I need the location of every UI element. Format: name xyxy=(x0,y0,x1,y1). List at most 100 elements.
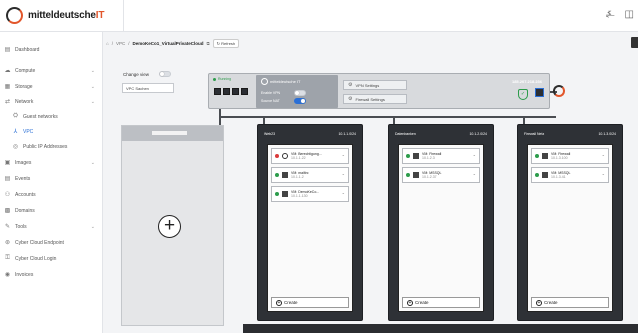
rack-name: Web23 xyxy=(264,132,276,136)
rack-header: Firewall Netz 10.1.3.0/24 xyxy=(524,128,616,140)
rack-subnet: 10.1.2.0/24 xyxy=(469,132,487,136)
sidebar-item-storage[interactable]: ▦ Storage ⌄ xyxy=(0,79,102,95)
tools-icon: ✎ xyxy=(4,224,11,231)
sidebar-item-domains[interactable]: ▩ Domains xyxy=(0,203,102,219)
vm-menu-icon[interactable]: ⌄ xyxy=(602,152,605,157)
vpn-settings-button[interactable]: ⚙ VPN Settings xyxy=(343,80,407,90)
vm-ip: 10.1.2.37 xyxy=(422,175,437,179)
network-rack[interactable]: Web23 10.1.1.0/24 VM: Berechtigung... 10.1.… xyxy=(257,124,363,321)
sidebar-item-compute[interactable]: ☁ Compute ⌄ xyxy=(0,63,102,79)
side-panel-toggle[interactable] xyxy=(631,37,638,48)
vm-card[interactable]: VM: MSSQL 10.1.3.41 ⌄ xyxy=(531,167,609,183)
vm-menu-icon[interactable]: ⌄ xyxy=(473,152,476,157)
plus-circle-icon: + xyxy=(536,299,542,306)
sidebar-item-guest-networks[interactable]: ⛭ Guest networks xyxy=(0,109,102,125)
vm-menu-icon[interactable]: ⌄ xyxy=(342,190,345,195)
vm-card[interactable]: VM: DemoKeCo... 10.1.1.130 ⌄ xyxy=(271,186,349,202)
vm-card[interactable]: VM: Firewall 10.1.3.100 ⌄ xyxy=(531,148,609,164)
vm-menu-icon[interactable]: ⌄ xyxy=(342,152,345,157)
rack-interior: VM: Firewall 10.1.3.100 ⌄ VM: MSSQL 10.1.3.4… xyxy=(527,144,613,312)
router-brand-label: mitteldeutsche IT xyxy=(270,79,301,84)
plus-circle-icon: + xyxy=(276,299,282,306)
vm-ip: 10.1.2.3 xyxy=(422,156,435,160)
copy-icon[interactable]: ⧉ xyxy=(206,41,209,46)
wan-port-icon xyxy=(535,88,544,97)
firewall-settings-button[interactable]: ⚙ Firewall Settings xyxy=(343,94,407,104)
sidebar-item-events[interactable]: ▤ Events xyxy=(0,171,102,187)
sidebar-item-vpc[interactable]: ⅄ VPC xyxy=(0,124,102,140)
sidebar-item-dashboard[interactable]: ▤ Dashboard xyxy=(0,42,102,58)
sidebar-item-network[interactable]: ⇄ Network ⌄ xyxy=(0,94,102,110)
chevron-down-icon: ⌄ xyxy=(90,159,95,166)
rack-header: Web23 10.1.1.0/24 xyxy=(264,128,356,140)
vm-menu-icon[interactable]: ⌄ xyxy=(602,171,605,176)
sidebar-item-label: Dashboard xyxy=(15,46,40,53)
port-icon xyxy=(241,88,248,95)
rack-name: Datenbanken xyxy=(395,132,416,136)
rack-floor xyxy=(243,324,638,333)
network-rack[interactable]: Firewall Netz 10.1.3.0/24 VM: Firewall 10.1… xyxy=(517,124,623,321)
endpoint-icon: ⊛ xyxy=(4,240,11,247)
vpc-icon: ⅄ xyxy=(13,129,18,136)
vm-card[interactable]: VM: Firewall 10.1.2.3 ⌄ xyxy=(402,148,480,164)
create-vm-button[interactable]: + Create xyxy=(402,297,480,308)
vm-menu-icon[interactable]: ⌄ xyxy=(473,171,476,176)
sidebar-item-invoices[interactable]: ◉ Invoices xyxy=(0,267,102,283)
nat-toggle[interactable] xyxy=(293,98,306,104)
windows-icon xyxy=(282,191,288,197)
grid-icon[interactable]: ◫ xyxy=(625,9,634,20)
rack-header: Datenbanken 10.1.2.0/24 xyxy=(395,128,487,140)
sidebar-item-label: Invoices xyxy=(15,271,34,278)
add-network-rack[interactable]: + xyxy=(121,125,224,326)
vm-ip: 10.1.1.2 xyxy=(291,175,304,179)
sidebar-item-cyber-cloud-endpoint[interactable]: ⊛ Cyber Cloud Endpoint xyxy=(0,235,102,251)
bell-icon[interactable]: ⍼ xyxy=(606,9,615,20)
breadcrumb-separator: / xyxy=(128,40,130,46)
breadcrumb-vpc[interactable]: VPC xyxy=(116,41,125,46)
network-rack[interactable]: Datenbanken 10.1.2.0/24 VM: Firewall 10.1.2… xyxy=(388,124,494,321)
sidebar-item-public-ip-addresses[interactable]: ◎ Public IP Addresses xyxy=(0,139,102,155)
vm-card[interactable]: VM: mailtrc 10.1.1.2 ⌄ xyxy=(271,167,349,183)
sidebar-item-label: Guest networks xyxy=(23,113,58,120)
home-icon[interactable]: ⌂ xyxy=(106,41,109,46)
dashboard-icon: ▤ xyxy=(4,47,11,54)
brand-logo[interactable]: mitteldeutscheIT xyxy=(6,7,104,24)
chevron-down-icon: ⌄ xyxy=(90,223,95,230)
brand-logo-icon xyxy=(6,7,23,24)
vm-card[interactable]: VM: MSSQL 10.1.2.37 ⌄ xyxy=(402,167,480,183)
sidebar-item-label: Tools xyxy=(15,223,27,230)
sidebar-item-label: Cyber Cloud Login xyxy=(15,255,57,262)
storage-icon: ▦ xyxy=(4,84,11,91)
login-icon: ⚿ xyxy=(5,255,10,262)
create-vm-button[interactable]: + Create xyxy=(271,297,349,308)
create-vm-button[interactable]: + Create xyxy=(531,297,609,308)
vm-menu-icon[interactable]: ⌄ xyxy=(342,171,345,176)
plus-circle-icon[interactable]: + xyxy=(158,215,181,238)
sidebar-item-accounts[interactable]: ⚇ Accounts xyxy=(0,187,102,203)
sidebar-item-label: VPC xyxy=(23,128,34,135)
sidebar-item-tools[interactable]: ✎ Tools ⌄ xyxy=(0,219,102,235)
vm-status-indicator xyxy=(406,173,410,177)
vm-card[interactable]: VM: Berechtigung... 10.1.1.22 ⌄ xyxy=(271,148,349,164)
create-label: Create xyxy=(415,300,429,305)
vm-status-indicator xyxy=(406,154,410,158)
port-icon xyxy=(214,88,221,95)
rack-name: Firewall Netz xyxy=(524,132,545,136)
internet-icon xyxy=(553,85,565,97)
windows-icon xyxy=(413,153,419,159)
vpc-name-field[interactable]: VPC Sachen xyxy=(122,83,174,93)
change-view-toggle[interactable] xyxy=(159,71,172,77)
vm-ip: 10.1.3.41 xyxy=(551,175,566,179)
vpn-toggle[interactable] xyxy=(294,90,307,96)
top-bar: mitteldeutscheIT ⍼ ◫ xyxy=(0,0,638,32)
refresh-button[interactable]: ↻ Refresh xyxy=(212,38,240,48)
divider xyxy=(123,0,124,32)
sidebar-item-label: Events xyxy=(15,175,31,182)
chevron-down-icon: ⌄ xyxy=(90,67,95,74)
sidebar-item-images[interactable]: ▣ Images ⌄ xyxy=(0,155,102,171)
chevron-down-icon: ⌄ xyxy=(90,83,95,90)
vpc-router[interactable]: Running mitteldeutsche IT Enable VPN Sou… xyxy=(208,73,550,109)
sidebar-item-cyber-cloud-login[interactable]: ⚿ Cyber Cloud Login xyxy=(0,251,102,267)
sidebar-item-label: Accounts xyxy=(15,191,36,198)
cloud-icon: ☁ xyxy=(4,68,11,75)
